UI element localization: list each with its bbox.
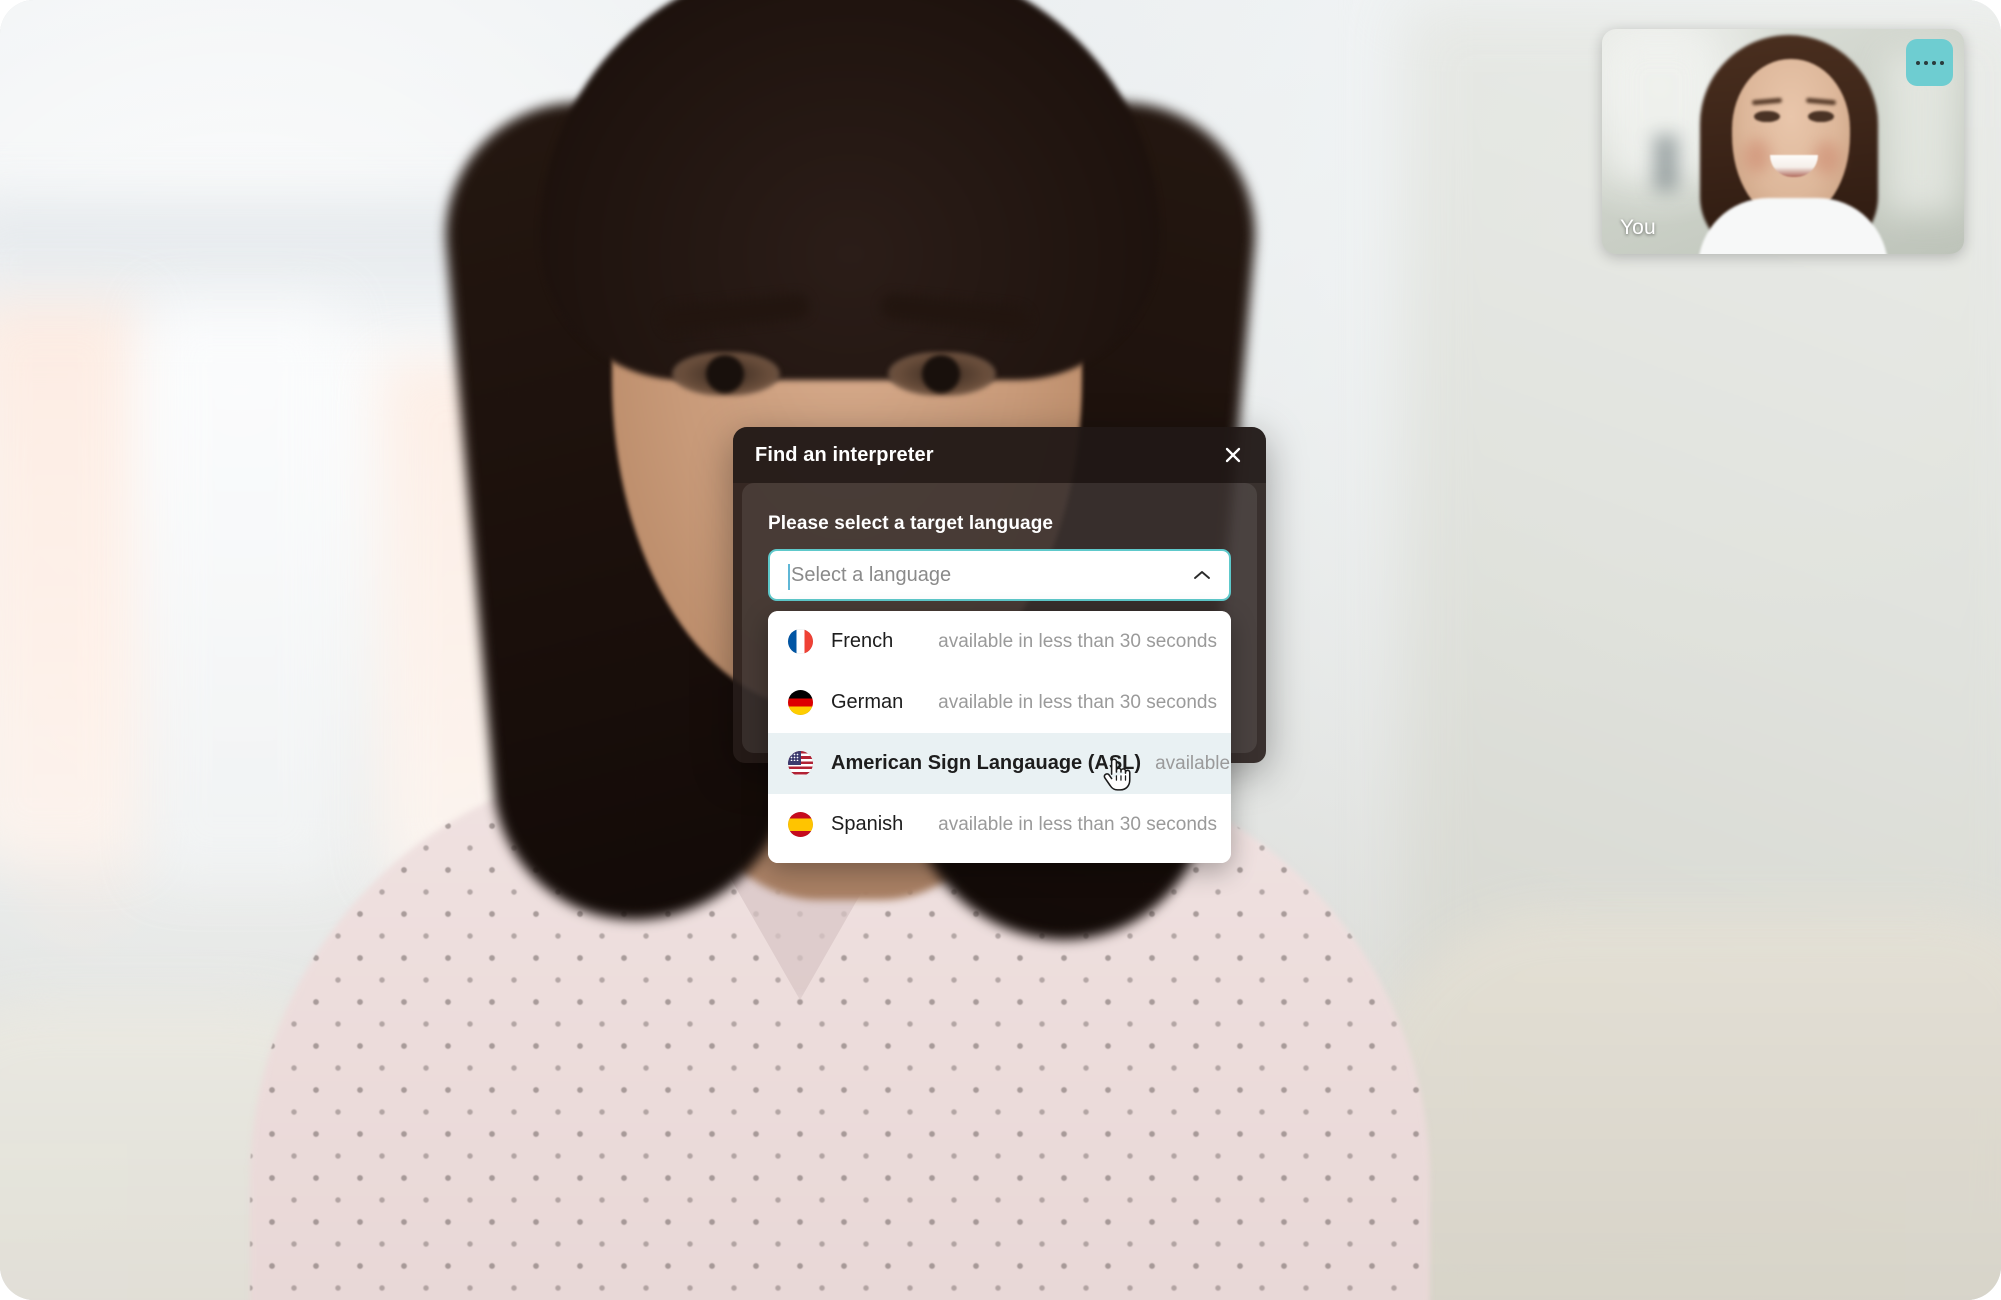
language-option-label: German (831, 691, 904, 713)
flag-spain-icon (788, 812, 813, 837)
self-view-eye-left (1754, 111, 1780, 122)
participant-pupil-right (922, 355, 960, 393)
self-view-label: You (1620, 216, 1656, 239)
close-dialog-button[interactable] (1218, 440, 1248, 470)
dialog-title: Find an interpreter (755, 443, 934, 466)
language-select-input[interactable]: Select a language (768, 549, 1231, 601)
flag-germany-icon (788, 690, 813, 715)
self-view-eye-right (1808, 111, 1834, 122)
dialog-header: Find an interpreter (733, 427, 1266, 483)
language-option-spanish[interactable]: Spanish available in less than 30 second… (768, 794, 1231, 855)
close-x-icon (1225, 447, 1241, 463)
language-option-availability: available... (1155, 752, 1231, 774)
more-options-dots-icon (1915, 60, 1920, 65)
language-option-availability: available in less than 30 seconds (938, 630, 1217, 652)
language-option-french[interactable]: French available in less than 30 seconds (768, 611, 1231, 672)
text-caret (788, 564, 790, 590)
self-view-bg-blur (1654, 135, 1678, 191)
language-option-ukrainian[interactable]: Ukrainian available in up to 5 minutes (768, 855, 1231, 863)
language-select-placeholder: Select a language (791, 563, 952, 586)
self-view-face (1732, 59, 1850, 219)
language-select-wrapper: Select a language French available in le… (768, 549, 1231, 863)
chevron-up-icon (1194, 571, 1210, 579)
language-option-german[interactable]: German available in less than 30 seconds (768, 672, 1231, 733)
language-option-availability: available in less than 30 seconds (938, 691, 1217, 713)
participant-hair-top (540, 0, 1160, 380)
video-call-screen: You Find an interpreter Please select a … (0, 0, 2001, 1300)
self-view-cheek-left (1744, 139, 1770, 173)
more-options-dots-icon (1923, 60, 1928, 65)
language-option-availability: available in less than 30 seconds (938, 813, 1217, 835)
language-option-label: American Sign Langauage (ASL) (831, 752, 1142, 774)
self-view-cheek-right (1814, 141, 1840, 175)
self-view-tile[interactable]: You (1602, 29, 1964, 254)
flag-france-icon (788, 629, 813, 654)
find-interpreter-dialog: Find an interpreter Please select a targ… (733, 427, 1266, 863)
self-view-more-options-button[interactable] (1906, 39, 1953, 86)
more-options-dots-icon (1939, 60, 1944, 65)
dialog-body: Please select a target language Select a… (742, 483, 1257, 863)
more-options-dots-icon (1931, 60, 1936, 65)
language-option-label: Spanish (831, 813, 904, 835)
language-select-chevron-button[interactable] (1191, 564, 1213, 586)
language-option-american-sign-language[interactable]: American Sign Langauage (ASL) available.… (768, 733, 1231, 794)
language-option-label: French (831, 630, 894, 652)
participant-pupil-left (706, 355, 744, 393)
flag-usa-icon (788, 751, 813, 776)
target-language-label: Please select a target language (768, 513, 1054, 534)
language-dropdown-list[interactable]: French available in less than 30 seconds… (768, 611, 1231, 863)
